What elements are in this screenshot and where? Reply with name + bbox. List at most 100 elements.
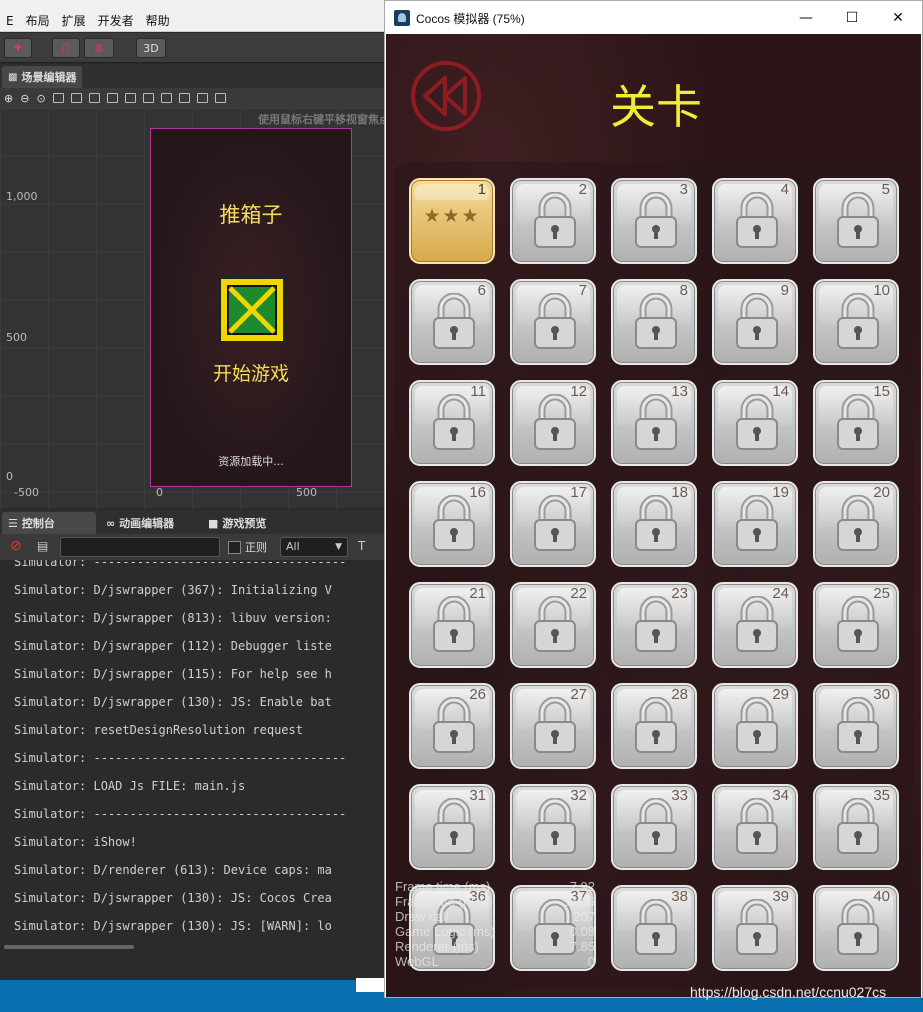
level-tile-locked[interactable]: 39 (712, 885, 798, 971)
lock-icon (732, 191, 782, 256)
zoom-reset-icon[interactable]: ⊙ (36, 92, 45, 105)
level-tile-locked[interactable]: 29 (712, 683, 798, 769)
align-middle-icon[interactable] (124, 93, 136, 103)
level-tile-locked[interactable]: 32 (510, 784, 596, 870)
level-tile-unlocked[interactable]: ★★★ 1 (409, 178, 495, 264)
level-number: 34 (772, 787, 789, 804)
tab-scene-editor[interactable]: ▩ 场景编辑器 (2, 66, 83, 88)
scene-viewport[interactable]: 使用鼠标右键平移视窗焦点 1,000 500 0 -500 0 500 推箱子 … (0, 108, 392, 508)
console-icon: ☰ (8, 516, 18, 530)
menu-item-layout[interactable]: 布局 (20, 12, 56, 29)
padlock-icon (433, 595, 475, 652)
level-tile-locked[interactable]: 25 (813, 582, 899, 668)
level-tile-locked[interactable]: 24 (712, 582, 798, 668)
tab-console[interactable]: ☰ 控制台 (2, 512, 96, 534)
console-log-list[interactable]: Simulator: -----------------------------… (0, 560, 392, 950)
level-tile-locked[interactable]: 12 (510, 380, 596, 466)
level-tile-locked[interactable]: 18 (611, 481, 697, 567)
lock-icon (732, 898, 782, 963)
level-number: 30 (873, 686, 890, 703)
console-filter-input[interactable] (60, 537, 220, 557)
level-tile-locked[interactable]: 27 (510, 683, 596, 769)
align-center-icon[interactable] (70, 93, 82, 103)
level-tile-locked[interactable]: 40 (813, 885, 899, 971)
tab-animation-editor[interactable]: ∞ 动画编辑器 (100, 512, 181, 534)
tab-game-preview[interactable]: ■ 游戏预览 (202, 512, 273, 534)
level-tile-locked[interactable]: 34 (712, 784, 798, 870)
fps-stats-overlay: Frame time (ms) 7.92 Framerate (FPS) 58.66… (395, 879, 595, 969)
menu-item-developer[interactable]: 开发者 (92, 12, 140, 29)
level-tile-locked[interactable]: 9 (712, 279, 798, 365)
align-left-icon[interactable] (52, 93, 64, 103)
level-tile-locked[interactable]: 8 (611, 279, 697, 365)
level-tile-locked[interactable]: 26 (409, 683, 495, 769)
level-tile-locked[interactable]: 28 (611, 683, 697, 769)
minimize-button[interactable]: — (783, 1, 829, 34)
level-tile-locked[interactable]: 7 (510, 279, 596, 365)
level-tile-locked[interactable]: 2 (510, 178, 596, 264)
level-tile-locked[interactable]: 22 (510, 582, 596, 668)
level-tile-locked[interactable]: 19 (712, 481, 798, 567)
menu-item-help[interactable]: 帮助 (140, 12, 176, 29)
scene-hint-text: 使用鼠标右键平移视窗焦点 (258, 113, 390, 126)
level-tile-locked[interactable]: 16 (409, 481, 495, 567)
3d-toggle-button[interactable]: 3D (136, 38, 166, 58)
level-tile-locked[interactable]: 33 (611, 784, 697, 870)
console-horizontal-scrollbar[interactable] (4, 945, 134, 949)
level-number: 26 (469, 686, 486, 703)
close-button[interactable]: ✕ (875, 1, 921, 34)
stat-label: Frame time (ms) (395, 879, 491, 894)
distribute-extra-icon[interactable] (214, 93, 226, 103)
distribute-icon[interactable] (196, 93, 208, 103)
zoom-out-icon[interactable]: ⊖ (20, 92, 29, 105)
level-tile-locked[interactable]: 21 (409, 582, 495, 668)
level-tile-locked[interactable]: 11 (409, 380, 495, 466)
level-number: 6 (477, 282, 486, 299)
distribute-v-icon[interactable] (178, 93, 190, 103)
level-tile-locked[interactable]: 23 (611, 582, 697, 668)
stat-row: Framerate (FPS) 58.66 (395, 894, 595, 909)
level-tile-locked[interactable]: 10 (813, 279, 899, 365)
padlock-icon (837, 898, 879, 955)
move-tool-button[interactable]: ✚ (4, 38, 32, 58)
menu-item-extensions[interactable]: 扩展 (56, 12, 92, 29)
log-level-select[interactable]: All (280, 537, 348, 557)
level-tile-locked[interactable]: 6 (409, 279, 495, 365)
regex-checkbox[interactable] (228, 541, 241, 554)
level-tile-locked[interactable]: 14 (712, 380, 798, 466)
level-tile-locked[interactable]: 15 (813, 380, 899, 466)
level-tile-locked[interactable]: 13 (611, 380, 697, 466)
level-tile-locked[interactable]: 30 (813, 683, 899, 769)
level-tile-locked[interactable]: 3 (611, 178, 697, 264)
padlock-icon (837, 595, 879, 652)
world-tool-button[interactable]: ◍ (84, 38, 114, 58)
padlock-icon (736, 797, 778, 854)
menu-item[interactable]: E (0, 14, 20, 28)
level-tile-locked[interactable]: 31 (409, 784, 495, 870)
distribute-h-icon[interactable] (160, 93, 172, 103)
zoom-in-icon[interactable]: ⊕ (4, 92, 13, 105)
align-right-icon[interactable] (88, 93, 100, 103)
level-tile-locked[interactable]: 5 (813, 178, 899, 264)
rect-tool-button[interactable]: ▢ (52, 38, 80, 58)
level-tile-locked[interactable]: 20 (813, 481, 899, 567)
align-top-icon[interactable] (106, 93, 118, 103)
stat-label: Draw call (395, 909, 449, 924)
preview-start-button[interactable]: 开始游戏 (151, 359, 351, 386)
level-tile-locked[interactable]: 17 (510, 481, 596, 567)
align-bottom-icon[interactable] (142, 93, 154, 103)
open-log-icon[interactable]: ▤ (37, 539, 48, 553)
level-number: 21 (469, 585, 486, 602)
maximize-button[interactable]: ☐ (829, 1, 875, 34)
log-line: Simulator: -----------------------------… (14, 560, 347, 569)
game-canvas[interactable]: 关卡 ★★★ 1 2 3 4 5 6 7 8 9 10 11 12 13 14 15 16 17 18 19 20 21 2… (386, 34, 921, 997)
level-tile-locked[interactable]: 35 (813, 784, 899, 870)
simulator-titlebar[interactable]: Cocos 模拟器 (75%) — ☐ ✕ (385, 1, 922, 34)
level-tile-locked[interactable]: 4 (712, 178, 798, 264)
level-number: 4 (780, 181, 789, 198)
design-canvas[interactable]: 推箱子 开始游戏 资源加载中... (150, 128, 352, 487)
clear-console-icon[interactable]: ⊘ (10, 538, 22, 554)
level-tile-locked[interactable]: 38 (611, 885, 697, 971)
back-button[interactable] (411, 61, 481, 131)
text-format-icon[interactable]: T (358, 539, 365, 553)
